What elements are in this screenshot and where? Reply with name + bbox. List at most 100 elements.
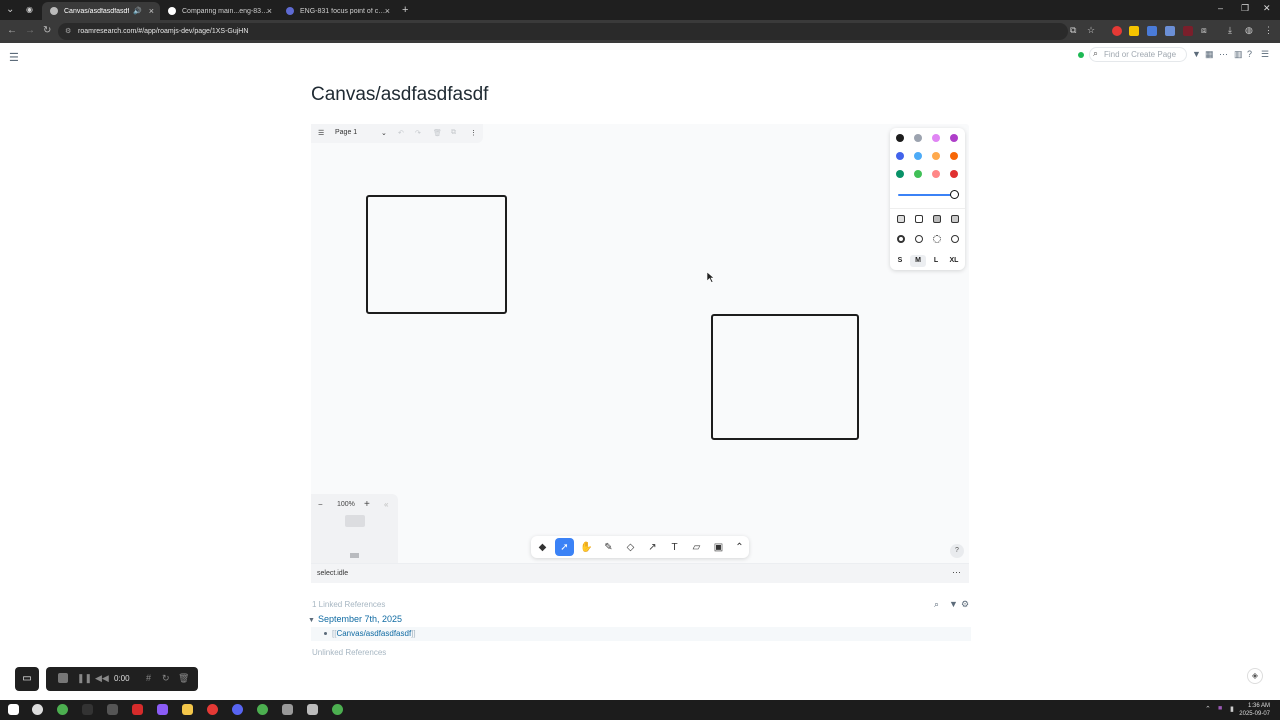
eraser-icon[interactable]: ◇ (621, 538, 640, 556)
app-icon[interactable] (257, 704, 268, 715)
chevron-down-icon[interactable]: ⌄ (381, 129, 387, 137)
right-sidebar-icon[interactable]: ▥ (1234, 49, 1243, 60)
app-icon[interactable] (32, 704, 43, 715)
youtube-icon[interactable] (207, 704, 218, 715)
gear-icon[interactable]: ⚙ (961, 599, 969, 610)
extension-icon[interactable] (1147, 26, 1157, 36)
roam-assistant-icon[interactable]: ◈ (1247, 668, 1263, 684)
block-bullet[interactable] (324, 632, 327, 635)
fill-semi-icon[interactable] (915, 215, 923, 223)
find-or-create-page-input[interactable]: ⌕ Find or Create Page (1089, 47, 1187, 62)
tab-search-icon[interactable]: ⌄ (6, 4, 14, 16)
arrow-icon[interactable]: ↗ (643, 538, 662, 556)
search-icon[interactable]: ⌕ (934, 599, 939, 610)
site-info-icon[interactable]: ⚙ (65, 27, 71, 35)
color-swatch-violet[interactable] (950, 134, 958, 142)
dash-dashed-icon[interactable] (915, 235, 923, 243)
fill-solid-icon[interactable] (933, 215, 941, 223)
speaker-icon[interactable]: 🔊 (133, 7, 142, 15)
trash-icon[interactable]: 🗑 (178, 673, 189, 684)
extension-icon[interactable] (1129, 26, 1139, 36)
delete-icon[interactable]: 🗑 (433, 129, 442, 137)
unlinked-references-heading[interactable]: Unlinked References (312, 648, 386, 657)
filter-icon[interactable]: ▼ (1192, 49, 1201, 59)
battery-icon[interactable]: ▮ (1230, 705, 1234, 713)
more-options-icon[interactable]: ⋯ (1219, 49, 1228, 60)
forward-icon[interactable]: → (25, 25, 35, 36)
profile-icon[interactable]: ◍ (1245, 25, 1253, 36)
restart-icon[interactable]: ↻ (162, 673, 170, 684)
app-icon[interactable] (307, 704, 318, 715)
stop-icon[interactable] (58, 673, 68, 683)
color-swatch-grey[interactable] (914, 134, 922, 142)
color-swatch-light-blue[interactable] (914, 152, 922, 160)
page-link[interactable]: Canvas/asdfasdfasdf (336, 629, 411, 638)
app-icon[interactable] (157, 704, 168, 715)
close-tab-icon[interactable]: × (385, 6, 390, 16)
minimap[interactable] (345, 515, 365, 527)
canvas-area[interactable]: ☰ Page 1 ⌄ ↶ ↷ 🗑 ⧉ ⋮ ? (311, 124, 969, 583)
start-icon[interactable] (8, 704, 19, 715)
discord-icon[interactable] (232, 704, 243, 715)
zoom-in-icon[interactable]: + (364, 499, 370, 510)
redo-icon[interactable]: ↷ (415, 129, 421, 137)
pause-icon[interactable]: ❚❚ (77, 673, 92, 684)
actions-menu-icon[interactable]: ⋮ (470, 129, 477, 137)
opacity-slider-handle[interactable] (950, 190, 959, 199)
camera-icon[interactable]: ▭ (15, 667, 39, 691)
grid-icon[interactable]: # (146, 673, 151, 683)
draw-icon[interactable]: ✎ (599, 538, 618, 556)
color-swatch-yellow[interactable] (932, 152, 940, 160)
tray-chevron-icon[interactable]: ⌃ (1205, 705, 1211, 713)
zoom-level[interactable]: 100% (337, 501, 355, 508)
size-option-xl[interactable]: XL (946, 255, 962, 267)
page-menu-icon[interactable]: ☰ (318, 129, 324, 137)
install-app-icon[interactable]: ⧉ (1070, 25, 1076, 36)
new-tab-icon[interactable]: + (402, 4, 408, 16)
chrome-icon[interactable] (57, 704, 68, 715)
text-icon[interactable]: T (665, 538, 684, 556)
close-tab-icon[interactable]: × (149, 6, 154, 16)
discourse-node-icon[interactable]: ◆ (533, 538, 552, 556)
download-icon[interactable]: ⤓ (1228, 25, 1232, 36)
size-option-m[interactable]: M (910, 255, 926, 267)
app-icon[interactable] (282, 704, 293, 715)
opacity-slider-track[interactable] (898, 194, 954, 196)
asset-icon[interactable]: ▣ (709, 538, 728, 556)
extensions-puzzle-icon[interactable]: ⧈ (1201, 25, 1207, 36)
color-swatch-red[interactable] (950, 170, 958, 178)
filter-icon[interactable]: ▼ (949, 599, 958, 609)
fill-none-icon[interactable] (897, 215, 905, 223)
tab-eng-831[interactable]: ENG-831 focus point of canvas × (278, 2, 396, 20)
color-swatch-light-violet[interactable] (932, 134, 940, 142)
terminal-icon[interactable] (107, 704, 118, 715)
reference-block[interactable]: [[Canvas/asdfasdfasdf]] (311, 627, 971, 641)
collapse-minimap-icon[interactable]: « (384, 500, 388, 509)
app-icon[interactable] (82, 704, 93, 715)
reload-icon[interactable]: ↻ (43, 25, 51, 36)
select-icon[interactable]: ➚ (555, 538, 574, 556)
reference-group-date[interactable]: ▼ September 7th, 2025 (308, 614, 402, 624)
extension-icon[interactable] (1183, 26, 1193, 36)
zoom-out-icon[interactable]: − (318, 500, 323, 509)
color-swatch-black[interactable] (896, 134, 904, 142)
fill-pattern-icon[interactable] (951, 215, 959, 223)
tab-comparing[interactable]: Comparing main...eng-831-foc × (160, 2, 278, 20)
dash-solid-icon[interactable] (951, 235, 959, 243)
reference-date-link[interactable]: September 7th, 2025 (318, 614, 402, 624)
caret-down-icon[interactable]: ▼ (308, 617, 315, 624)
restore-icon[interactable]: ❐ (1241, 3, 1249, 14)
page-name[interactable]: Page 1 (335, 129, 357, 136)
more-tools-icon[interactable]: ⌃ (730, 538, 749, 556)
extension-icon[interactable] (1165, 26, 1175, 36)
file-explorer-icon[interactable] (182, 704, 193, 715)
hand-icon[interactable]: ✋ (577, 538, 596, 556)
rewind-icon[interactable]: ◀◀ (95, 673, 109, 684)
color-swatch-blue[interactable] (896, 152, 904, 160)
app-icon[interactable] (132, 704, 143, 715)
more-icon[interactable]: ⋯ (952, 567, 961, 578)
back-icon[interactable]: ← (7, 25, 17, 36)
browser-menu-icon[interactable]: ⋮ (1264, 25, 1273, 36)
rectangle-shape[interactable] (366, 195, 507, 314)
close-window-icon[interactable]: ✕ (1263, 3, 1271, 14)
